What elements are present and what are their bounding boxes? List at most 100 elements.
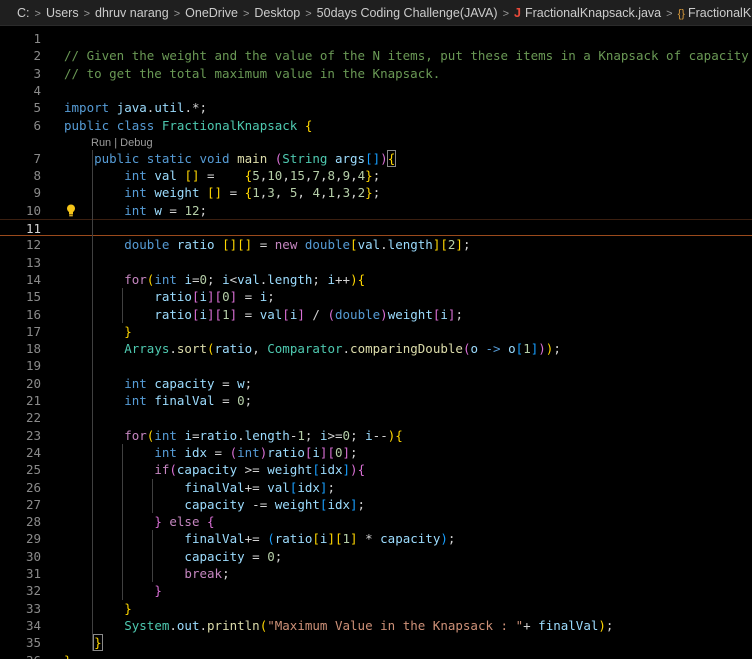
line-number: 7 [33,150,41,166]
code-token: . [169,617,177,633]
code-line[interactable]: 18 Arrays.sort(ratio, Comparator.compari… [0,340,752,357]
code-token: -= [244,496,275,512]
code-line[interactable]: 7 public static void main (String args[]… [0,149,752,167]
code-token: int [124,168,147,184]
breadcrumb-item[interactable]: {}FractionalKnapsack [678,0,752,25]
code-line[interactable]: 19 [0,357,752,374]
code-token: i [184,271,192,287]
code-line[interactable]: 17 } [0,323,752,340]
code-line[interactable]: 21 int finalVal = 0; [0,392,752,409]
code-token: int [154,444,177,460]
breadcrumb-item[interactable]: Desktop [254,0,300,25]
code-token: i [327,271,336,287]
breadcrumb-item[interactable]: C: [17,0,30,25]
code-line[interactable]: 36} [0,652,752,659]
code-token: { [357,462,366,478]
code-line[interactable]: 34 System.out.println("Maximum Value in … [0,617,752,634]
code-token: 1 [342,531,351,547]
code-text: // Given the weight and the value of the… [64,47,752,64]
code-line[interactable]: 8 int val [] = {5,10,15,7,8,9,4}; [0,167,752,184]
line-number: 30 [25,548,41,564]
code-token: 12 [184,202,200,218]
code-text: ratio[i][1] = val[i] / (double)weight[i]… [64,306,463,323]
breadcrumb-item[interactable]: 50days Coding Challenge(JAVA) [317,0,498,25]
code-token: [ [350,237,358,253]
code-line[interactable]: 32 } [0,582,752,599]
code-line[interactable]: 4 [0,82,752,99]
code-token: { [395,427,403,443]
code-line[interactable]: 10 int w = 12; [0,202,752,219]
code-token: += [244,531,268,547]
breadcrumb-separator: > [83,8,91,20]
code-line[interactable]: 2 // Given the weight and the value of th… [0,47,752,64]
code-token: String [282,150,328,166]
code-line[interactable]: 26 finalVal+= val[idx]; [0,479,752,496]
code-token: ratio [274,531,313,547]
breadcrumb-item[interactable]: OneDrive [185,0,238,25]
code-line[interactable]: 28 } else { [0,513,752,530]
code-line[interactable]: 30 capacity = 0; [0,548,752,565]
code-line[interactable]: 15 ratio[i][0] = i; [0,288,752,305]
code-token: public [64,117,110,133]
code-line[interactable]: 24 int idx = (int)ratio[i][0]; [0,444,752,461]
code-text: int idx = (int)ratio[i][0]; [64,444,357,461]
code-token: [] [365,150,381,166]
code-token: ; [207,271,223,287]
code-line[interactable]: 25 if(capacity >= weight[idx]){ [0,461,752,478]
code-line[interactable]: 29 finalVal+= (ratio[i][1] * capacity); [0,530,752,547]
code-line[interactable]: 33 } [0,600,752,617]
code-text: break; [64,565,229,582]
breadcrumb-item[interactable]: J FractionalKnapsack.java [514,0,661,25]
code-line[interactable]: 9 int weight [] = {1,3, 5, 4,1,3,2}; [0,184,752,201]
code-text: for(int i=0; i<val.length; i++){ [64,271,365,288]
code-token: break [184,566,223,581]
code-token: 0 [199,271,208,287]
line-number: 15 [25,289,41,305]
code-token: ] [297,306,305,322]
code-line[interactable]: 23 for(int i=ratio.length-1; i>=0; i--){ [0,427,752,444]
code-line[interactable]: 6 public class FractionalKnapsack { [0,117,752,134]
code-token: , [335,185,343,201]
code-token: ( [207,341,215,357]
breadcrumb-item[interactable]: dhruv narang [95,0,169,25]
code-text: } [64,323,132,340]
code-line[interactable]: 31 break; [0,565,752,582]
code-line[interactable]: 13 [0,254,752,271]
code-token: 3 [342,185,351,201]
code-line[interactable]: 27 capacity -= weight[idx]; [0,496,752,513]
code-line[interactable]: 35 } [0,634,752,652]
codelens-run-debug[interactable]: Run | Debug [91,135,153,151]
code-token: ; [447,531,456,547]
code-token: , [319,185,328,201]
code-line[interactable]: 14 for(int i=0; i<val.length; i++){ [0,271,752,288]
code-line[interactable]: 3 // to get the total maximum value in th… [0,65,752,82]
line-number: 9 [33,185,41,201]
breadcrumb-item[interactable]: Users [46,0,79,25]
code-line[interactable]: 22 [0,409,752,426]
line-number: 29 [25,531,41,547]
code-line[interactable]: 1 [0,30,752,47]
code-editor[interactable]: 1 2// Given the weight and the value of t… [0,26,752,659]
code-line[interactable]: 12 double ratio [][] = new double[val.le… [0,236,752,253]
code-line[interactable]: 16 ratio[i][1] = val[i] / (double)weight… [0,306,752,323]
code-line-current[interactable]: 11 [0,219,752,237]
code-token: } [124,600,132,616]
code-token: / [304,306,328,322]
indent-guide [152,530,154,583]
code-line[interactable]: 5 import java.util.*; [0,99,752,116]
lightbulb-icon[interactable] [66,204,76,217]
code-token: ) [440,531,448,547]
line-number: 5 [33,100,41,116]
code-line[interactable]: 20 int capacity = w; [0,375,752,392]
line-number: 20 [25,375,41,391]
code-token: ; [372,185,381,201]
